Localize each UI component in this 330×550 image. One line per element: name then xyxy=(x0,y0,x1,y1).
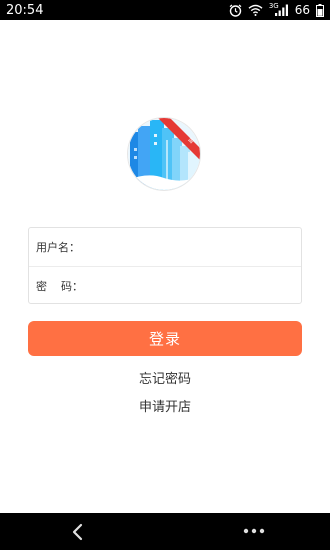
app-logo: 国 xyxy=(128,118,200,190)
more-icon[interactable] xyxy=(243,528,265,534)
network-type-label: 3G xyxy=(268,2,279,10)
username-row: 用户名： xyxy=(29,228,301,266)
username-label: 用户名： xyxy=(36,241,80,254)
username-input[interactable] xyxy=(80,240,301,254)
status-icons: 3G 66 xyxy=(229,2,324,17)
login-form: 用户名： 密 码： xyxy=(28,227,302,304)
signal-icon: 3G xyxy=(268,2,289,16)
back-icon[interactable] xyxy=(69,522,87,542)
alarm-icon xyxy=(229,4,242,17)
login-button[interactable]: 登录 xyxy=(28,321,302,356)
forgot-password-link[interactable]: 忘记密码 xyxy=(0,368,330,387)
password-label: 密 码： xyxy=(36,279,83,293)
wifi-icon xyxy=(248,4,263,16)
password-row: 密 码： xyxy=(29,266,301,304)
status-bar: 20:54 3G 66 xyxy=(0,0,330,20)
city-buildings-logo-icon: 国 xyxy=(128,118,200,190)
password-input[interactable] xyxy=(83,279,301,292)
apply-shop-link[interactable]: 申请开店 xyxy=(0,396,330,415)
battery-level: 66 xyxy=(294,3,310,17)
navigation-bar xyxy=(0,513,330,550)
battery-icon xyxy=(316,3,324,17)
status-time: 20:54 xyxy=(6,2,44,18)
